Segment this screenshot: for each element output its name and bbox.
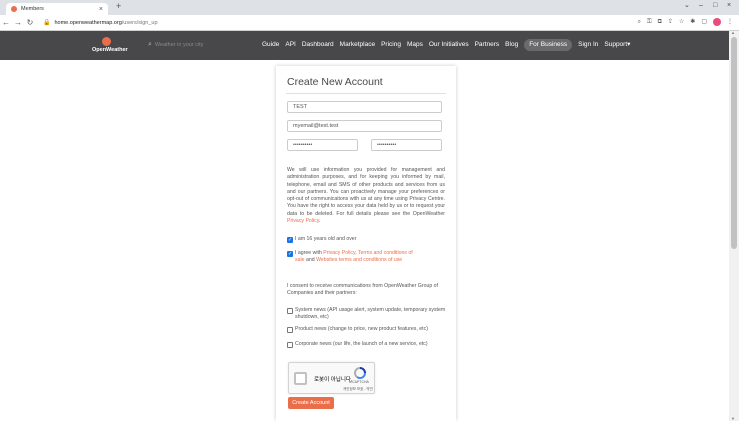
create-account-button[interactable]: Create Account	[288, 397, 334, 409]
nav-pricing[interactable]: Pricing	[381, 39, 401, 51]
nav-blog[interactable]: Blog	[505, 39, 518, 51]
zoom-icon[interactable]: ⌕	[638, 19, 641, 25]
back-icon[interactable]: ←	[0, 18, 12, 27]
url-path: /users/sign_up	[121, 20, 158, 26]
translate-icon[interactable]: ⧉	[658, 19, 662, 25]
agree-checkbox-row: ✓ I agree with Privacy Policy, Terms and…	[287, 250, 447, 264]
recaptcha-brand: reCAPTCHA	[349, 380, 369, 384]
corporate-news-row: Corporate news (our life, the launch of …	[287, 341, 447, 348]
product-news-label: Product news (change to price, new produ…	[295, 326, 428, 332]
nav-marketplace[interactable]: Marketplace	[340, 39, 375, 51]
recaptcha-widget: 로봇이 아닙니다. reCAPTCHA 개인정보 보호 - 약관	[288, 362, 375, 394]
page-title: Create New Account	[287, 76, 383, 88]
recaptcha-label: 로봇이 아닙니다.	[314, 377, 353, 383]
agree-and: and	[304, 257, 317, 263]
search-icon[interactable]: ⌕	[148, 41, 152, 48]
logo-text: OpenWeather	[92, 47, 128, 53]
age-checkbox-row: ✓ I am 16 years old and over	[287, 236, 447, 243]
policy-body: We will use information you provided for…	[287, 167, 445, 217]
logo-sun-icon	[102, 37, 111, 46]
website-terms-link[interactable]: Websites terms and conditions of use	[316, 257, 402, 263]
tab-title: Members	[21, 6, 44, 12]
forward-icon[interactable]: →	[12, 18, 24, 27]
recaptcha-checkbox[interactable]	[294, 372, 307, 385]
corporate-news-checkbox[interactable]	[287, 342, 293, 348]
nav-for-business[interactable]: For Business	[524, 39, 573, 51]
profile-avatar[interactable]	[713, 18, 721, 26]
nav-sign-in[interactable]: Sign In	[578, 39, 598, 51]
new-tab-button[interactable]: +	[116, 2, 121, 11]
age-checkbox[interactable]: ✓	[287, 237, 293, 243]
privacy-policy-link[interactable]: Privacy Policy	[287, 218, 319, 224]
city-search-input[interactable]	[154, 41, 235, 48]
scrollbar-thumb[interactable]	[731, 37, 737, 249]
corporate-news-label: Corporate news (our life, the launch of …	[295, 341, 428, 347]
consent-text: I consent to receive communications from…	[287, 283, 438, 296]
scroll-up-icon[interactable]: ▲	[731, 31, 735, 35]
tab-search-icon[interactable]: ⌄	[684, 2, 690, 9]
bookmark-star-icon[interactable]: ☆	[679, 19, 684, 25]
menu-icon[interactable]: ⋮	[727, 19, 733, 25]
reload-icon[interactable]: ↻	[24, 18, 36, 27]
system-news-checkbox[interactable]	[287, 308, 293, 314]
nav-guide[interactable]: Guide	[262, 39, 279, 51]
username-field[interactable]: TEST	[287, 101, 442, 113]
toolbar-actions: ⌕ ⚿ ⧉ ⇪ ☆ ✱ ▢ ⋮	[638, 18, 733, 26]
maximize-button[interactable]: □	[713, 2, 717, 9]
url-host: home.openweathermap.org	[54, 20, 122, 26]
nav-api[interactable]: API	[285, 39, 295, 51]
product-news-row: Product news (change to price, new produ…	[287, 326, 447, 333]
scroll-down-icon[interactable]: ▼	[731, 417, 735, 421]
nav-our-initiatives[interactable]: Our Initiatives	[429, 39, 469, 51]
sidepanel-icon[interactable]: ▢	[701, 19, 707, 25]
share-icon[interactable]: ⇪	[668, 19, 673, 25]
city-search: ⌕	[148, 39, 238, 50]
browser-tabstrip: Members × + ⌄ – □ ×	[0, 0, 739, 15]
browser-tab[interactable]: Members ×	[6, 3, 108, 15]
nav-partners[interactable]: Partners	[475, 39, 500, 51]
nav-dashboard[interactable]: Dashboard	[302, 39, 334, 51]
recaptcha-privacy-link[interactable]: 개인정보 보호 - 약관	[343, 387, 373, 392]
title-divider	[286, 93, 446, 94]
site-header: OpenWeather ⌕ Guide API Dashboard Market…	[0, 31, 739, 60]
browser-toolbar: ← → ↻ 🔒 home.openweathermap.org/users/si…	[0, 15, 739, 31]
password-confirm-field[interactable]: ••••••••••	[371, 139, 442, 151]
product-news-checkbox[interactable]	[287, 327, 293, 333]
agree-prefix: I agree with	[295, 250, 324, 256]
email-field[interactable]: myemail@test.test	[287, 120, 442, 132]
minimize-button[interactable]: –	[699, 2, 703, 9]
data-policy-text: We will use information you provided for…	[287, 167, 445, 225]
system-news-label: System news (API usage alert, system upd…	[295, 307, 446, 320]
openweather-logo[interactable]: OpenWeather	[92, 37, 132, 57]
key-icon[interactable]: ⚿	[647, 19, 652, 25]
nav-maps[interactable]: Maps	[407, 39, 423, 51]
system-news-row: System news (API usage alert, system upd…	[287, 307, 447, 321]
recaptcha-logo-icon	[354, 367, 366, 379]
agree-checkbox[interactable]: ✓	[287, 251, 293, 257]
page-scrollbar[interactable]: ▲ ▼	[729, 31, 739, 421]
extensions-icon[interactable]: ✱	[690, 19, 695, 25]
nav-support[interactable]: Support▾	[604, 39, 630, 51]
main-nav: Guide API Dashboard Marketplace Pricing …	[262, 39, 630, 51]
site-favicon-icon	[11, 6, 17, 12]
signup-card: Create New Account TEST myemail@test.tes…	[276, 66, 456, 421]
lock-icon[interactable]: 🔒	[43, 20, 50, 26]
close-window-button[interactable]: ×	[727, 2, 731, 9]
address-bar[interactable]: 🔒 home.openweathermap.org/users/sign_up	[40, 17, 710, 29]
tab-close-icon[interactable]: ×	[99, 6, 103, 13]
age-label: I am 16 years old and over	[295, 236, 357, 242]
password-field[interactable]: ••••••••••	[287, 139, 358, 151]
